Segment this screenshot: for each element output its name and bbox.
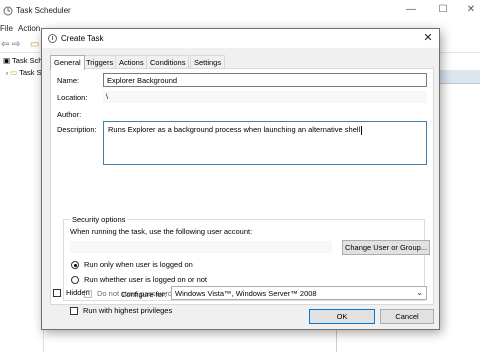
actions-pane-header <box>435 70 480 84</box>
menu-file[interactable]: File <box>0 24 13 33</box>
highest-privileges-checkbox[interactable] <box>70 307 78 315</box>
tree-item-library[interactable]: › ▭ Task Sc <box>6 68 46 77</box>
description-field[interactable]: Runs Explorer as a background process wh… <box>103 121 427 165</box>
tree-item-label: Task Sche <box>12 56 43 65</box>
description-text: Runs Explorer as a background process wh… <box>108 125 361 134</box>
clock-icon <box>48 34 57 43</box>
computer-icon: ▣ <box>3 56 11 65</box>
expand-icon[interactable]: › <box>6 71 8 77</box>
tab-conditions[interactable]: Conditions <box>146 55 190 69</box>
dialog-title: Create Task <box>61 34 104 43</box>
hidden-checkbox[interactable] <box>53 289 61 297</box>
create-task-dialog: Create Task ✕ General Triggers Actions C… <box>41 28 440 330</box>
forward-arrow-icon[interactable]: ⇨ <box>12 39 20 50</box>
name-field[interactable]: Explorer Background <box>103 73 427 87</box>
chevron-down-icon: ⌄ <box>416 288 423 297</box>
name-label: Name: <box>57 76 80 85</box>
close-icon[interactable]: ✕ <box>421 31 435 45</box>
tab-general[interactable]: General <box>50 55 85 70</box>
author-label: Author: <box>57 110 82 119</box>
hidden-label[interactable]: Hidden <box>66 288 90 297</box>
location-value: \ <box>103 91 427 103</box>
radio-run-logged-on[interactable] <box>71 261 79 269</box>
close-window-icon[interactable]: ✕ <box>464 4 478 15</box>
configure-for-select[interactable]: Windows Vista™, Windows Server™ 2008 ⌄ <box>171 286 427 300</box>
configure-for-value: Windows Vista™, Windows Server™ 2008 <box>175 289 317 298</box>
minimize-icon[interactable]: — <box>404 4 418 15</box>
app-title: Task Scheduler <box>16 6 71 15</box>
tree-item-root[interactable]: ▣ Task Sche <box>3 56 43 65</box>
tab-actions[interactable]: Actions <box>115 55 148 69</box>
dialog-titlebar: Create Task ✕ <box>42 29 439 48</box>
task-scheduler-icon <box>3 6 13 16</box>
change-user-button[interactable]: Change User or Group... <box>342 240 430 255</box>
app-titlebar: Task Scheduler — ☐ ✕ <box>0 0 480 22</box>
security-options-title: Security options <box>70 215 128 224</box>
radio-run-whether[interactable] <box>71 276 79 284</box>
highest-privileges-label[interactable]: Run with highest privileges <box>83 306 172 315</box>
back-arrow-icon[interactable]: ⇦ <box>1 39 9 50</box>
user-account-label: When running the task, use the following… <box>70 227 253 236</box>
tab-triggers[interactable]: Triggers <box>82 55 118 69</box>
description-label: Description: <box>57 125 97 134</box>
folder-icon[interactable]: ▭ <box>30 39 39 50</box>
navigation-tree: ▣ Task Sche › ▭ Task Sc <box>0 54 46 352</box>
radio-run-logged-on-label[interactable]: Run only when user is logged on <box>84 260 193 269</box>
cancel-button[interactable]: Cancel <box>380 309 434 324</box>
folder-icon: ▭ <box>10 68 18 77</box>
tab-settings[interactable]: Settings <box>190 55 226 69</box>
location-label: Location: <box>57 93 88 102</box>
configure-for-label: Configure for: <box>121 290 167 299</box>
ok-button[interactable]: OK <box>309 309 375 324</box>
user-account-value <box>70 241 332 253</box>
general-tab-panel: Name: Explorer Background Location: \ Au… <box>50 68 434 315</box>
radio-run-whether-label[interactable]: Run whether user is logged on or not <box>84 275 207 284</box>
text-caret <box>361 125 363 135</box>
maximize-icon[interactable]: ☐ <box>436 4 450 15</box>
menu-action[interactable]: Action <box>18 24 40 33</box>
